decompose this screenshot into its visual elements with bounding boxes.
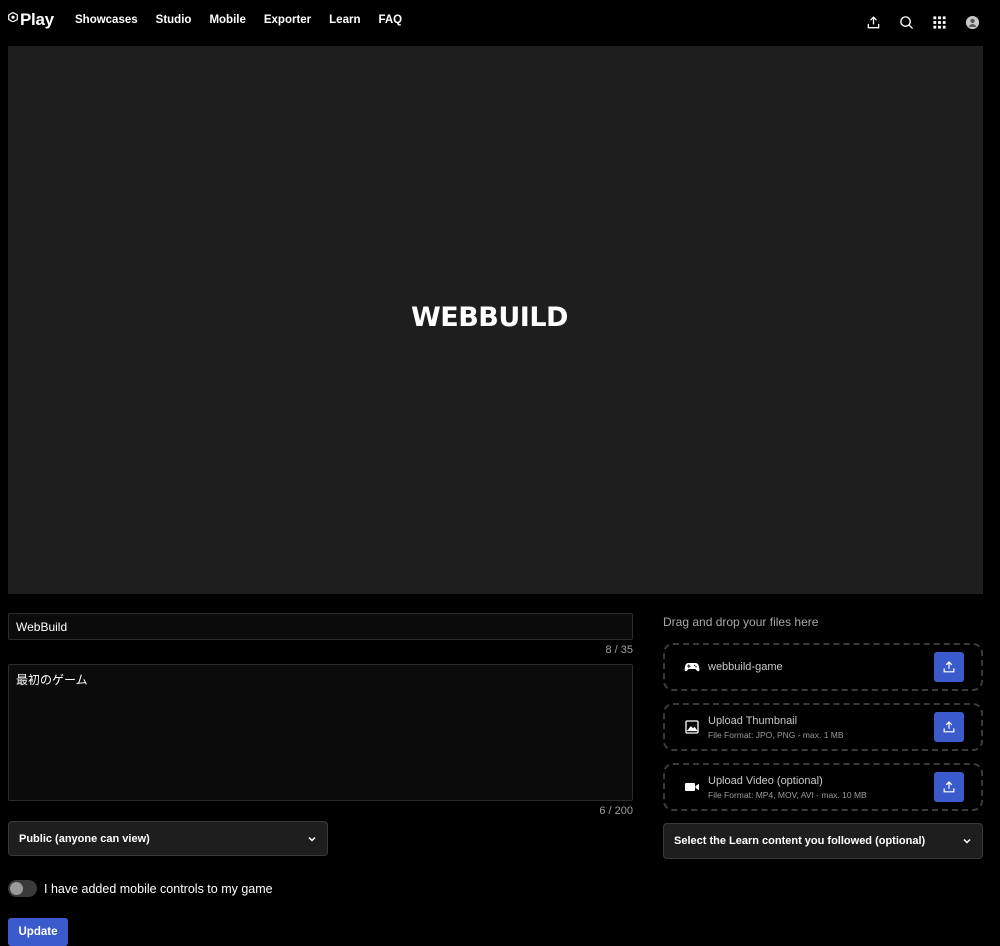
thumbnail-upload-button[interactable] (934, 712, 964, 742)
image-icon (683, 718, 701, 736)
main-nav: Showcases Studio Mobile Exporter Learn F… (75, 13, 420, 27)
mobile-controls-toggle[interactable] (8, 880, 37, 897)
toggle-knob (10, 882, 23, 895)
top-navigation-bar: Play Showcases Studio Mobile Exporter Le… (0, 0, 1000, 44)
chevron-down-icon (963, 838, 971, 844)
upload-icon (943, 721, 955, 733)
video-upload-button[interactable] (934, 772, 964, 802)
video-camera-icon (683, 778, 701, 796)
apps-grid-icon[interactable] (929, 12, 949, 32)
build-upload-button[interactable] (934, 652, 964, 682)
video-upload-title: Upload Video (optional) (708, 774, 823, 787)
game-description-input[interactable]: 最初のゲーム (8, 664, 633, 801)
visibility-selected-value: Public (anyone can view) (19, 832, 150, 845)
game-preview[interactable]: WEBBUILD (8, 46, 983, 594)
chevron-down-icon (308, 836, 316, 842)
header-actions (850, 12, 982, 32)
play-logo[interactable]: Play (8, 10, 54, 30)
search-icon[interactable] (896, 12, 916, 32)
game-title-input[interactable] (8, 613, 633, 640)
account-avatar-icon[interactable] (962, 12, 982, 32)
unity-logo-icon (8, 12, 18, 22)
gamepad-icon (683, 658, 701, 676)
mobile-controls-row: I have added mobile controls to my game (8, 880, 273, 897)
visibility-select[interactable]: Public (anyone can view) (8, 821, 328, 856)
mobile-controls-label: I have added mobile controls to my game (44, 881, 273, 896)
build-file-name: webbuild-game (708, 661, 783, 673)
thumbnail-upload-box[interactable]: Upload Thumbnail File Format: JPO, PNG -… (663, 703, 983, 751)
description-character-counter: 6 / 200 (599, 805, 633, 817)
title-character-counter: 8 / 35 (605, 644, 633, 656)
nav-exporter[interactable]: Exporter (264, 13, 311, 27)
upload-icon (943, 781, 955, 793)
learn-content-select[interactable]: Select the Learn content you followed (o… (663, 823, 983, 859)
nav-studio[interactable]: Studio (156, 13, 192, 27)
upload-icon[interactable] (863, 12, 883, 32)
nav-mobile[interactable]: Mobile (209, 13, 245, 27)
preview-title: WEBBUILD (411, 302, 568, 333)
learn-content-selected-value: Select the Learn content you followed (o… (674, 835, 926, 847)
nav-faq[interactable]: FAQ (378, 13, 402, 27)
build-upload-box[interactable]: webbuild-game (663, 643, 983, 691)
logo-text: Play (20, 10, 54, 29)
update-button[interactable]: Update (8, 918, 68, 946)
thumbnail-format-hint: File Format: JPO, PNG - max. 1 MB (708, 729, 844, 740)
dropzone-label: Drag and drop your files here (663, 615, 819, 629)
upload-icon (943, 661, 955, 673)
nav-showcases[interactable]: Showcases (75, 13, 138, 27)
nav-learn[interactable]: Learn (329, 13, 360, 27)
video-format-hint: File Format: MP4, MOV, AVI - max. 10 MB (708, 789, 867, 800)
thumbnail-upload-title: Upload Thumbnail (708, 714, 798, 727)
video-upload-box[interactable]: Upload Video (optional) File Format: MP4… (663, 763, 983, 811)
